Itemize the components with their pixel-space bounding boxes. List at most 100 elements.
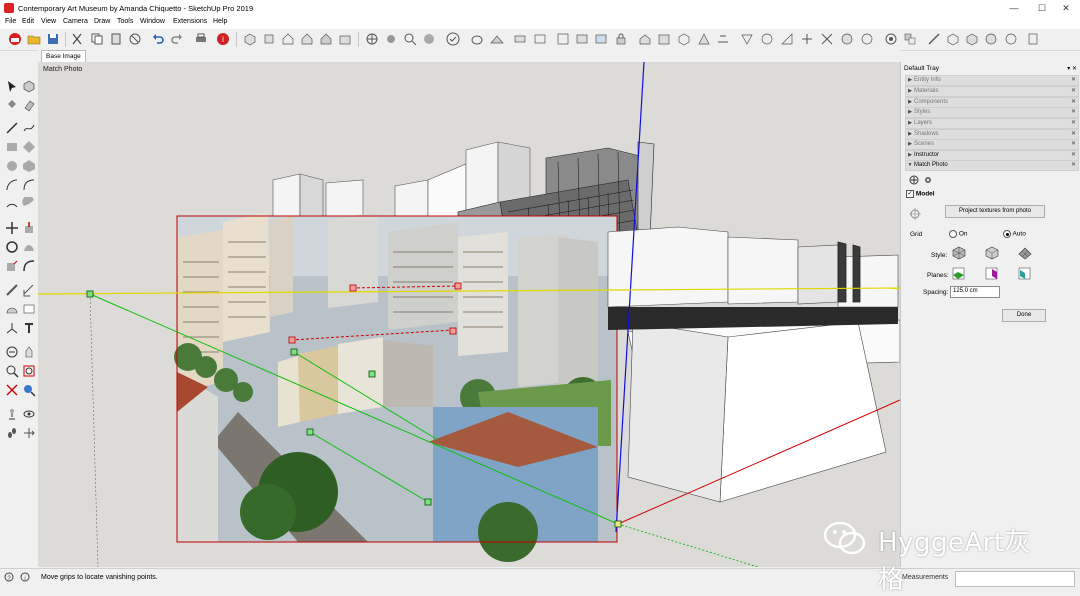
- save-icon[interactable]: [46, 32, 60, 46]
- menu-window[interactable]: Window: [140, 18, 165, 25]
- orbit-icon[interactable]: [365, 32, 379, 46]
- orbit-tool-icon[interactable]: [5, 345, 19, 359]
- model-checkbox[interactable]: ✓: [906, 190, 914, 198]
- dimension-tool-icon[interactable]: [22, 283, 36, 297]
- open-folder-icon[interactable]: [27, 32, 41, 46]
- plugin-k-icon[interactable]: [903, 32, 917, 46]
- image-icon[interactable]: [594, 32, 608, 46]
- panel-styles[interactable]: ▶ Styles ✕: [905, 107, 1079, 118]
- move-icon[interactable]: [5, 221, 19, 235]
- freehand-icon[interactable]: [22, 121, 36, 135]
- text-tool-icon[interactable]: [22, 302, 36, 316]
- lock-icon[interactable]: [614, 32, 628, 46]
- pan-icon[interactable]: [384, 32, 398, 46]
- sketchup-logo-icon[interactable]: [8, 32, 22, 46]
- sandbox-icon[interactable]: [490, 32, 504, 46]
- plugin-b-icon[interactable]: [716, 32, 730, 46]
- plugin-f-icon[interactable]: [800, 32, 814, 46]
- panel-match-photo[interactable]: ▼ Match Photo ✕: [905, 160, 1079, 171]
- panel-entity-info[interactable]: ▶ Entity Info ✕: [905, 75, 1079, 86]
- front-view-icon[interactable]: [281, 32, 295, 46]
- undo-icon[interactable]: [151, 32, 165, 46]
- plane-blue-green-icon[interactable]: [1018, 267, 1031, 280]
- plugin-d-icon[interactable]: [760, 32, 774, 46]
- look-around-icon[interactable]: [22, 407, 36, 421]
- menu-edit[interactable]: Edit: [22, 18, 34, 25]
- grid-style-inside-icon[interactable]: [952, 246, 966, 260]
- grid-style-below-icon[interactable]: [1018, 246, 1032, 260]
- geo-location-icon[interactable]: ?: [4, 572, 14, 582]
- protractor-icon[interactable]: [5, 302, 19, 316]
- plugin-j-icon[interactable]: [884, 32, 898, 46]
- panel-scenes[interactable]: ▶ Scenes ✕: [905, 139, 1079, 150]
- back-view-icon[interactable]: [319, 32, 333, 46]
- line-pencil-icon[interactable]: [5, 121, 19, 135]
- model-viewport[interactable]: Match Photo: [38, 62, 900, 567]
- plugin-p-icon[interactable]: [1004, 32, 1018, 46]
- grid-auto-radio[interactable]: Auto: [1003, 230, 1026, 238]
- scale-icon[interactable]: [5, 259, 19, 273]
- menu-camera[interactable]: Camera: [63, 18, 88, 25]
- add-photo-icon[interactable]: [909, 175, 919, 185]
- plugin-e-icon[interactable]: [780, 32, 794, 46]
- print-icon[interactable]: [194, 32, 208, 46]
- make-component-icon[interactable]: [22, 79, 36, 93]
- polygon-icon[interactable]: [22, 159, 36, 173]
- paste-icon[interactable]: [109, 32, 123, 46]
- rotated-rectangle-icon[interactable]: [22, 140, 36, 154]
- layout-icon[interactable]: [677, 32, 691, 46]
- 3d-text-icon[interactable]: [22, 321, 36, 335]
- model-checkbox-row[interactable]: ✓ Model: [906, 190, 935, 198]
- top-view-icon[interactable]: [262, 32, 276, 46]
- tape-measure-tool-icon[interactable]: [5, 283, 19, 297]
- plugin-i-icon[interactable]: [860, 32, 874, 46]
- erase-icon[interactable]: [128, 32, 142, 46]
- plugin-m-icon[interactable]: [946, 32, 960, 46]
- menu-extensions[interactable]: Extensions: [173, 18, 207, 25]
- push-pull-icon[interactable]: [22, 221, 36, 235]
- grid-style-above-icon[interactable]: [985, 246, 999, 260]
- arc-icon[interactable]: [5, 178, 19, 192]
- plugin-h-icon[interactable]: [840, 32, 854, 46]
- pie-icon[interactable]: [22, 197, 36, 211]
- panel-materials[interactable]: ▶ Materials ✕: [905, 86, 1079, 97]
- dimension-icon[interactable]: [533, 32, 547, 46]
- redo-icon[interactable]: [170, 32, 184, 46]
- walk-icon[interactable]: [5, 426, 19, 440]
- rotate-icon[interactable]: [5, 240, 19, 254]
- offset-icon[interactable]: [22, 259, 36, 273]
- three-point-arc-icon[interactable]: [5, 197, 19, 211]
- select-arrow-icon[interactable]: [5, 79, 19, 93]
- zoom-icon[interactable]: [403, 32, 417, 46]
- teapot-icon[interactable]: [470, 32, 484, 46]
- spacing-input[interactable]: 125.0 cm: [950, 286, 1000, 298]
- plugin-q-icon[interactable]: [1026, 32, 1040, 46]
- scene-tab-base-image[interactable]: Base Image: [41, 50, 86, 62]
- close-button[interactable]: ✕: [1052, 0, 1080, 17]
- rectangle-icon[interactable]: [5, 140, 19, 154]
- position-camera-icon[interactable]: [5, 407, 19, 421]
- follow-me-icon[interactable]: [22, 240, 36, 254]
- extension-warehouse-icon[interactable]: [657, 32, 671, 46]
- copy-icon[interactable]: [90, 32, 104, 46]
- grid-on-radio[interactable]: On: [949, 230, 967, 238]
- previous-view-icon[interactable]: [22, 383, 36, 397]
- two-point-arc-icon[interactable]: [22, 178, 36, 192]
- menu-tools[interactable]: Tools: [117, 18, 133, 25]
- menu-help[interactable]: Help: [213, 18, 227, 25]
- section-tool-icon[interactable]: [22, 426, 36, 440]
- iso-view-icon[interactable]: [243, 32, 257, 46]
- minimize-button[interactable]: —: [1000, 0, 1028, 17]
- warehouse-icon[interactable]: [638, 32, 652, 46]
- check-icon[interactable]: [446, 32, 460, 46]
- menu-view[interactable]: View: [41, 18, 56, 25]
- panel-layers[interactable]: ▶ Layers ✕: [905, 118, 1079, 129]
- plane-green-red-icon[interactable]: [952, 267, 965, 280]
- section-plane-icon[interactable]: [556, 32, 570, 46]
- plugin-c-icon[interactable]: [740, 32, 754, 46]
- right-view-icon[interactable]: [300, 32, 314, 46]
- menu-draw[interactable]: Draw: [94, 18, 110, 25]
- plugin-a-icon[interactable]: [697, 32, 711, 46]
- tape-measure-icon[interactable]: [513, 32, 527, 46]
- cut-icon[interactable]: [70, 32, 84, 46]
